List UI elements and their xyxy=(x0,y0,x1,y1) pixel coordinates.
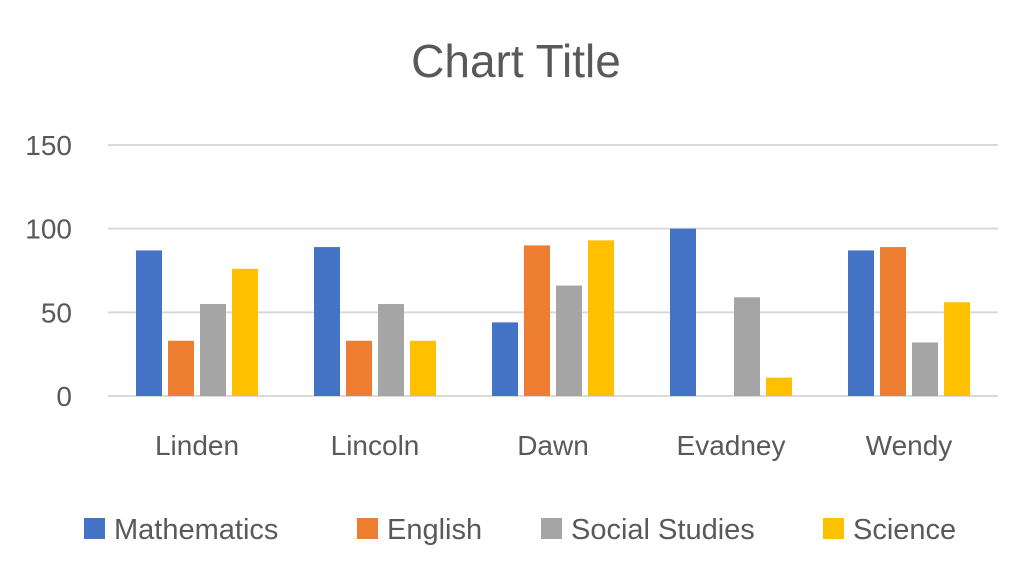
legend-label: Science xyxy=(853,514,956,546)
bar-english-wendy xyxy=(880,247,906,396)
legend-label: English xyxy=(387,514,482,546)
y-tick-label: 100 xyxy=(25,214,72,245)
bar-social-studies-wendy xyxy=(912,342,938,396)
legend-swatch xyxy=(823,518,844,539)
legend-swatch xyxy=(84,518,105,539)
legend-item-social-studies: Social Studies xyxy=(541,514,755,546)
y-tick-label: 50 xyxy=(41,297,72,328)
legend-item-science: Science xyxy=(823,514,956,546)
y-axis-ticks: 0 50 100 150 xyxy=(25,130,72,412)
legend-label: Social Studies xyxy=(571,514,755,546)
x-tick-label: Wendy xyxy=(866,430,953,461)
bar-mathematics-lincoln xyxy=(314,247,340,396)
bar-science-lincoln xyxy=(410,340,436,396)
y-tick-label: 0 xyxy=(56,381,72,412)
bar-science-linden xyxy=(232,268,258,396)
x-tick-label: Linden xyxy=(155,430,239,461)
x-tick-label: Evadney xyxy=(677,430,786,461)
bar-social-studies-dawn xyxy=(556,285,582,396)
chart-title: Chart Title xyxy=(411,35,621,87)
legend: Mathematics English Social Studies Science xyxy=(84,514,956,546)
x-axis-ticks: Linden Lincoln Dawn Evadney Wendy xyxy=(155,430,952,461)
bar-chart: Chart Title 0 50 100 150 Linden Lincoln Dawn E… xyxy=(25,35,998,546)
x-tick-label: Dawn xyxy=(517,430,589,461)
legend-swatch xyxy=(357,518,378,539)
y-tick-label: 150 xyxy=(25,130,72,161)
legend-swatch xyxy=(541,518,562,539)
bar-mathematics-evadney xyxy=(670,228,696,396)
bar-science-dawn xyxy=(588,240,614,396)
bar-english-linden xyxy=(168,340,194,396)
bar-science-wendy xyxy=(944,302,970,396)
bar-mathematics-wendy xyxy=(848,250,874,396)
legend-label: Mathematics xyxy=(114,514,278,546)
legend-item-mathematics: Mathematics xyxy=(84,514,278,546)
bar-social-studies-lincoln xyxy=(378,303,404,396)
legend-item-english: English xyxy=(357,514,482,546)
bar-english-dawn xyxy=(524,245,550,396)
bar-social-studies-evadney xyxy=(734,297,760,396)
bar-mathematics-dawn xyxy=(492,322,518,396)
bar-english-lincoln xyxy=(346,340,372,396)
bar-science-evadney xyxy=(766,377,792,396)
bar-mathematics-linden xyxy=(136,250,162,396)
bar-social-studies-linden xyxy=(200,303,226,396)
x-tick-label: Lincoln xyxy=(331,430,420,461)
